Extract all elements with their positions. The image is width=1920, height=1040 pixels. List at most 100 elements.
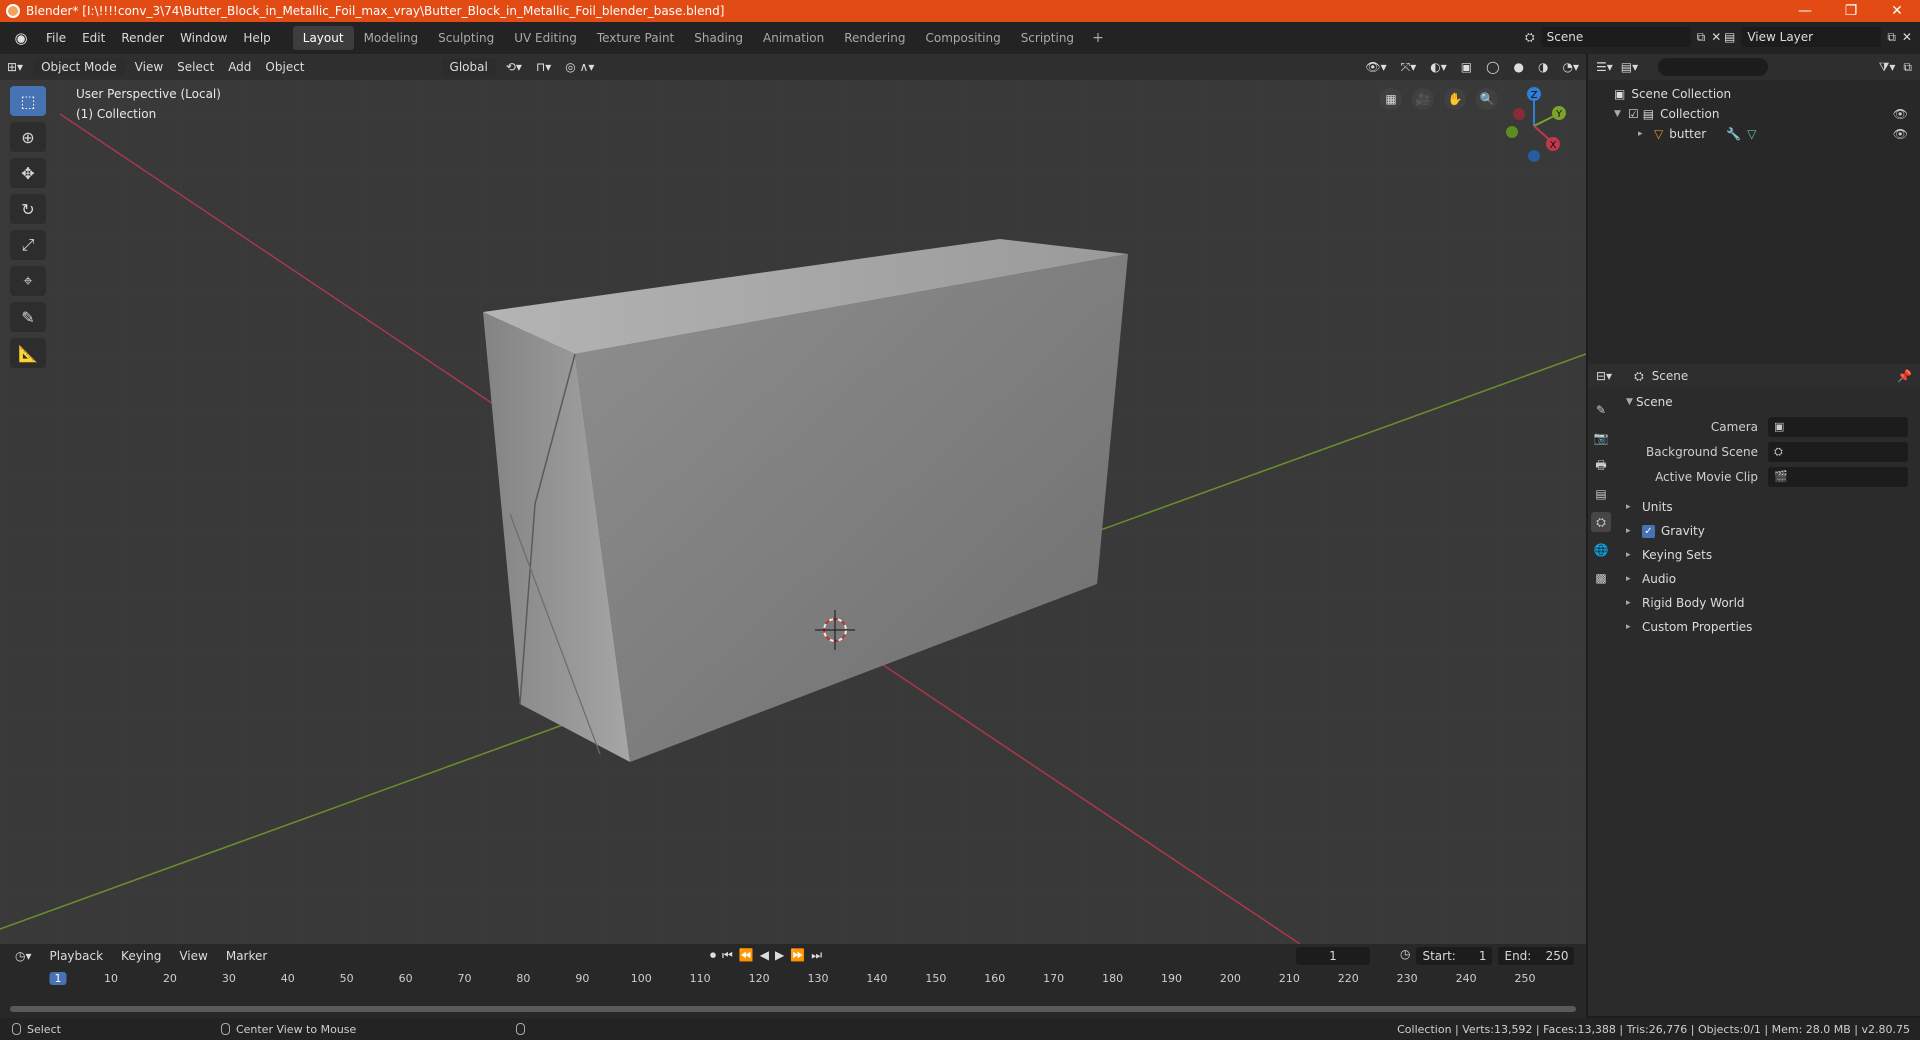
camera-field[interactable]: ▣ [1768, 416, 1908, 437]
tab-shading[interactable]: Shading [684, 26, 753, 50]
tool-tab-icon[interactable]: ✎ [1591, 400, 1611, 420]
viewport-menu-object[interactable]: Object [258, 57, 311, 77]
next-keyframe-icon[interactable]: ⏩ [790, 948, 805, 963]
tab-animation[interactable]: Animation [753, 26, 834, 50]
measure-tool-icon[interactable]: 📐 [10, 338, 46, 368]
scene-panel-header[interactable]: ▼ Scene [1618, 390, 1916, 414]
play-icon[interactable]: ▶ [775, 948, 784, 963]
collection-checkbox[interactable]: ☑ [1628, 107, 1639, 121]
rigid-body-world-subpanel[interactable]: ▸ Rigid Body World [1618, 591, 1916, 615]
collection-visibility-icon[interactable]: 👁 [1893, 107, 1908, 121]
outliner-object-butter[interactable]: ▸ ▽ butter 🔧 ▽ 👁 [1588, 124, 1920, 144]
minimize-button[interactable]: — [1782, 0, 1828, 22]
view-layer-name-field[interactable]: View Layer [1741, 27, 1882, 47]
gravity-subpanel[interactable]: ▸ ✓ Gravity [1618, 519, 1916, 543]
outliner-search-input[interactable] [1658, 58, 1769, 76]
start-frame-field[interactable]: Start: 1 [1416, 947, 1493, 965]
timeline-menu-marker[interactable]: Marker [219, 946, 274, 966]
orientation-dropdown[interactable]: Global [441, 58, 496, 76]
audio-subpanel[interactable]: ▸ Audio [1618, 567, 1916, 591]
new-collection-icon[interactable]: ⧉ [1903, 60, 1912, 75]
jump-end-icon[interactable]: ⏭ [811, 948, 822, 963]
units-subpanel[interactable]: ▸ Units [1618, 495, 1916, 519]
menu-help[interactable]: Help [235, 27, 278, 49]
timeline-editor-type-icon[interactable]: ◷▾ [8, 946, 39, 966]
timeline-menu-view[interactable]: View [172, 946, 214, 966]
expand-triangle-icon[interactable]: ▼ [1614, 109, 1624, 119]
world-tab-icon[interactable]: 🌐 [1591, 540, 1611, 560]
menu-window[interactable]: Window [172, 27, 235, 49]
menu-render[interactable]: Render [113, 27, 172, 49]
texture-tab-icon[interactable]: ▩ [1591, 568, 1611, 588]
properties-editor-type-icon[interactable]: ⊟▾ [1596, 369, 1612, 383]
shading-wireframe-icon[interactable]: ◯ [1479, 57, 1506, 77]
output-tab-icon[interactable]: 🖶 [1591, 456, 1611, 476]
mode-dropdown[interactable]: Object Mode [33, 58, 125, 76]
snap-icon[interactable]: ⊓▾ [529, 57, 558, 77]
maximize-button[interactable]: ❐ [1828, 0, 1874, 22]
modifier-icon[interactable]: 🔧 [1726, 127, 1741, 141]
render-tab-icon[interactable]: 📷 [1591, 428, 1611, 448]
editor-type-icon[interactable]: ⊞▾ [0, 57, 30, 77]
end-frame-field[interactable]: End: 250 [1498, 947, 1575, 965]
navigation-gizmo[interactable]: Z Y X [1496, 84, 1566, 164]
background-scene-field[interactable]: ⛭ [1768, 441, 1908, 462]
pan-view-icon[interactable]: ✋ [1444, 88, 1466, 110]
annotate-tool-icon[interactable]: ✎ [10, 302, 46, 332]
frame-ruler[interactable]: 1 10 20 30 40 50 60 70 80 90 100 110 120 130 140 150 160… [0, 972, 1586, 988]
new-scene-icon[interactable]: ⧉ [1697, 30, 1706, 45]
timeline-menu-keying[interactable]: Keying [114, 946, 168, 966]
menu-file[interactable]: File [38, 27, 74, 49]
movie-clip-field[interactable]: 🎬 [1768, 466, 1908, 487]
viewport-menu-view[interactable]: View [128, 57, 170, 77]
cursor-tool-icon[interactable]: ⊕ [10, 122, 46, 152]
shading-rendered-icon[interactable]: ◔▾ [1556, 57, 1587, 77]
custom-properties-subpanel[interactable]: ▸ Custom Properties [1618, 615, 1916, 639]
xray-toggle-icon[interactable]: ▣ [1454, 57, 1479, 77]
mesh-data-icon[interactable]: ▽ [1747, 127, 1756, 141]
tab-rendering[interactable]: Rendering [834, 26, 915, 50]
tab-layout[interactable]: Layout [292, 26, 354, 50]
viewport-menu-add[interactable]: Add [221, 57, 258, 77]
menu-edit[interactable]: Edit [74, 27, 113, 49]
filter-icon[interactable]: ⧩▾ [1879, 60, 1896, 75]
transform-tool-icon[interactable]: ⌖ [10, 266, 46, 296]
object-visibility-icon[interactable]: 👁 [1893, 127, 1908, 141]
preview-range-icon[interactable]: ◷ [1400, 947, 1410, 965]
viewport-menu-select[interactable]: Select [170, 57, 221, 77]
move-tool-icon[interactable]: ✥ [10, 158, 46, 188]
pin-icon[interactable]: 📌 [1897, 369, 1912, 383]
tab-modeling[interactable]: Modeling [354, 26, 429, 50]
gravity-checkbox[interactable]: ✓ [1642, 524, 1655, 538]
new-view-layer-icon[interactable]: ⧉ [1887, 30, 1896, 45]
tab-scripting[interactable]: Scripting [1011, 26, 1084, 50]
tab-texture-paint[interactable]: Texture Paint [587, 26, 684, 50]
gizmo-toggle-icon[interactable]: ⤧▾ [1394, 57, 1424, 78]
rotate-tool-icon[interactable]: ↻ [10, 194, 46, 224]
current-frame-field[interactable]: 1 [1296, 947, 1370, 965]
scale-tool-icon[interactable]: ⤢ [10, 230, 46, 260]
keying-sets-subpanel[interactable]: ▸ Keying Sets [1618, 543, 1916, 567]
outliner-collection[interactable]: ▼ ☑ ▤ Collection 👁 [1588, 104, 1920, 124]
shading-material-icon[interactable]: ◑ [1531, 57, 1555, 77]
prev-keyframe-icon[interactable]: ⏪ [739, 948, 754, 963]
select-box-tool-icon[interactable]: ⬚ [10, 86, 46, 116]
display-mode-icon[interactable]: ▤▾ [1621, 60, 1638, 74]
play-reverse-icon[interactable]: ◀ [760, 948, 769, 963]
tab-compositing[interactable]: Compositing [915, 26, 1010, 50]
toggle-ortho-icon[interactable]: ▦ [1380, 88, 1402, 110]
timeline-menu-playback[interactable]: Playback [43, 946, 111, 966]
scene-name-field[interactable]: Scene [1540, 27, 1691, 47]
blender-logo-icon[interactable]: ◉ [10, 27, 32, 49]
view-layer-tab-icon[interactable]: ▤ [1591, 484, 1611, 504]
tab-sculpting[interactable]: Sculpting [428, 26, 504, 50]
object-expand-triangle-icon[interactable]: ▸ [1638, 129, 1648, 139]
outliner-editor-type-icon[interactable]: ☰▾ [1596, 60, 1613, 74]
view-layer-selector[interactable]: ▤ View Layer ⧉ ✕ [1724, 27, 1914, 47]
tab-uv-editing[interactable]: UV Editing [504, 26, 587, 50]
delete-view-layer-icon[interactable]: ✕ [1902, 30, 1912, 44]
overlay-toggle-icon[interactable]: ◐▾ [1423, 57, 1454, 77]
proportional-edit-icon[interactable]: ◎ ∧▾ [558, 57, 601, 77]
shading-solid-icon[interactable]: ● [1507, 57, 1531, 77]
camera-view-icon[interactable]: 🎥 [1412, 88, 1434, 110]
